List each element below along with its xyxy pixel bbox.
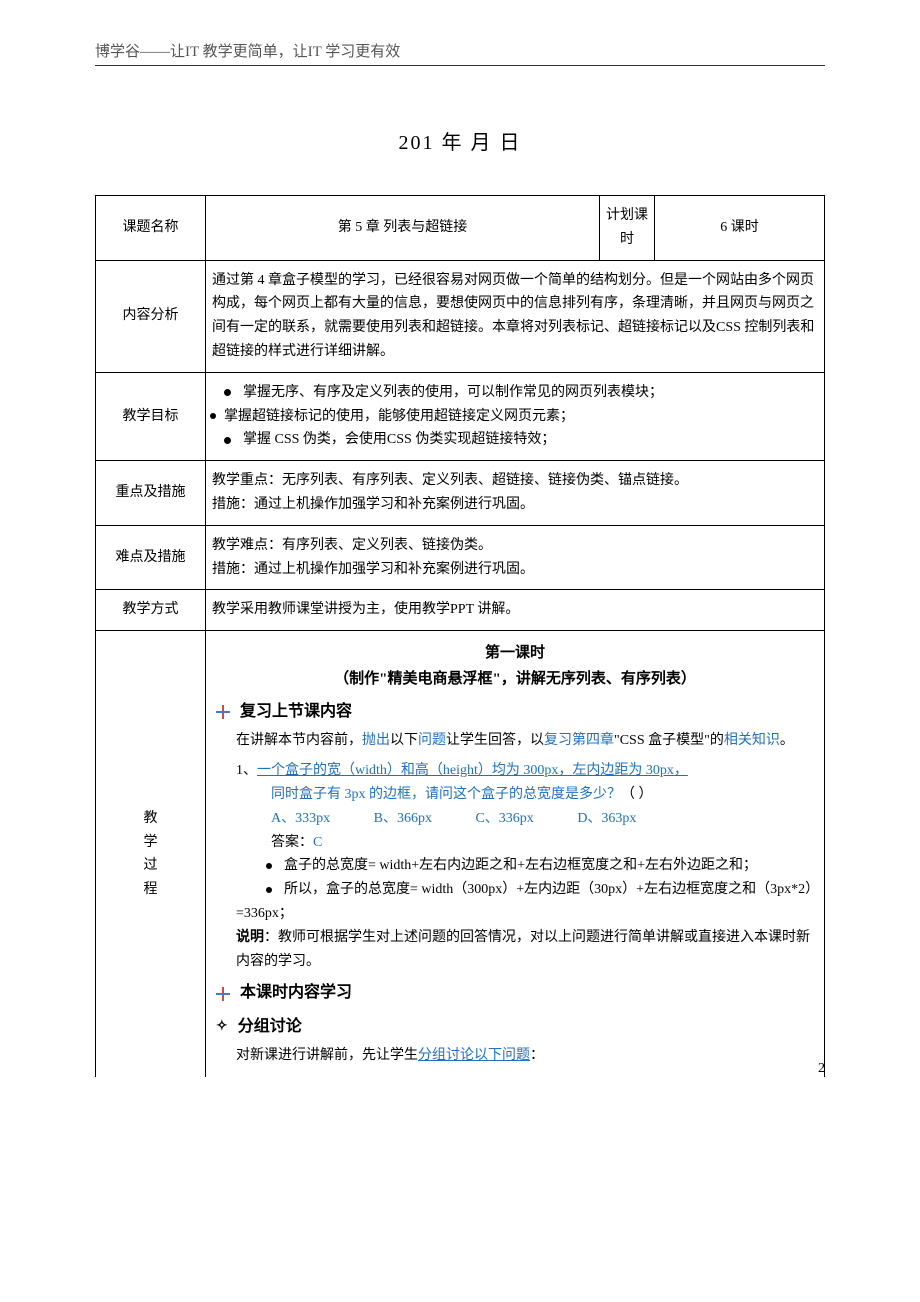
option-b: B、366px: [374, 807, 432, 831]
label-diff: 难点及措施: [96, 525, 206, 590]
bullet-icon: [210, 413, 216, 419]
label-process: 教学过程: [96, 631, 206, 1078]
date-line: 201 年 月 日: [95, 126, 825, 155]
table-row: 重点及措施 教学重点：无序列表、有序列表、定义列表、超链接、链接伪类、锚点链接。…: [96, 461, 825, 526]
bullet-icon: [224, 437, 231, 444]
header-rule: [95, 65, 825, 66]
discuss-heading: ✧分组讨论: [216, 1013, 814, 1040]
review-paragraph: 在讲解本节内容前，抛出以下问题让学生回答，以复习第四章"CSS 盒子模型"的相关…: [216, 729, 814, 753]
lesson-title: 第一课时: [216, 641, 814, 667]
label-plan: 计划课时: [600, 196, 655, 261]
table-row: 教学方式 教学采用教师课堂讲授为主，使用教学PPT 讲解。: [96, 590, 825, 631]
option-c: C、336px: [475, 807, 533, 831]
question-1: 1、一个盒子的宽（width）和高（height）均为 300px，左内边距为 …: [216, 759, 814, 783]
table-row: 课题名称 第 5 章 列表与超链接 计划课时 6 课时: [96, 196, 825, 261]
table-row: 教学目标 掌握无序、有序及定义列表的使用，可以制作常见的网页列表模块； 掌握超链…: [96, 372, 825, 460]
plan-hours: 6 课时: [655, 196, 825, 261]
key-text-1: 教学重点：无序列表、有序列表、定义列表、超链接、链接伪类、锚点链接。: [212, 469, 818, 493]
key-cell: 教学重点：无序列表、有序列表、定义列表、超链接、链接伪类、锚点链接。 措施：通过…: [206, 461, 825, 526]
learn-heading: 本课时内容学习: [216, 979, 814, 1006]
table-row: 教学过程 第一课时 （制作"精美电商悬浮框"，讲解无序列表、有序列表） 复习上节…: [96, 631, 825, 1078]
diff-text-1: 教学难点：有序列表、定义列表、链接伪类。: [212, 534, 818, 558]
list-marker-icon: [216, 987, 230, 1001]
lesson-subtitle: （制作"精美电商悬浮框"，讲解无序列表、有序列表）: [216, 667, 814, 693]
topic-name: 第 5 章 列表与超链接: [206, 196, 600, 261]
explain-1: 盒子的总宽度= width+左右内边距之和+左右边框宽度之和+左右外边距之和；: [216, 854, 814, 878]
goals-cell: 掌握无序、有序及定义列表的使用，可以制作常见的网页列表模块； 掌握超链接标记的使…: [206, 372, 825, 460]
table-row: 难点及措施 教学难点：有序列表、定义列表、链接伪类。 措施：通过上机操作加强学习…: [96, 525, 825, 590]
answer-line: 答案：C: [216, 831, 814, 855]
list-marker-icon: [216, 705, 230, 719]
page-number: 2: [818, 1061, 825, 1077]
option-d: D、363px: [577, 807, 636, 831]
explain-2: 所以，盒子的总宽度= width（300px）+左内边距（30px）+左右边框宽…: [216, 878, 814, 926]
bullet-icon: [224, 389, 231, 396]
review-heading: 复习上节课内容: [216, 698, 814, 725]
mode-text: 教学采用教师课堂讲授为主，使用教学PPT 讲解。: [206, 590, 825, 631]
label-analysis: 内容分析: [96, 260, 206, 372]
bullet-icon: [266, 887, 272, 893]
table-row: 内容分析 通过第 4 章盒子模型的学习，已经很容易对网页做一个简单的结构划分。但…: [96, 260, 825, 372]
diff-cell: 教学难点：有序列表、定义列表、链接伪类。 措施：通过上机操作加强学习和补充案例进…: [206, 525, 825, 590]
label-key: 重点及措施: [96, 461, 206, 526]
label-goals: 教学目标: [96, 372, 206, 460]
goal-2: 掌握超链接标记的使用，能够使用超链接定义网页元素；: [224, 409, 574, 424]
question-1-cont: 同时盒子有 3px 的边框，请问这个盒子的总宽度是多少？（ ）: [216, 783, 814, 807]
analysis-text: 通过第 4 章盒子模型的学习，已经很容易对网页做一个简单的结构划分。但是一个网站…: [206, 260, 825, 372]
option-a: A、333px: [271, 807, 330, 831]
diamond-icon: ✧: [216, 1015, 228, 1039]
goal-1: 掌握无序、有序及定义列表的使用，可以制作常见的网页列表模块；: [243, 385, 663, 400]
label-mode: 教学方式: [96, 590, 206, 631]
label-topic: 课题名称: [96, 196, 206, 261]
page-header: 博学谷——让IT 教学更简单，让IT 学习更有效: [95, 40, 825, 61]
lesson-plan-table: 课题名称 第 5 章 列表与超链接 计划课时 6 课时 内容分析 通过第 4 章…: [95, 195, 825, 1077]
note-line: 说明：教师可根据学生对上述问题的回答情况，对以上问题进行简单讲解或直接进入本课时…: [216, 926, 814, 974]
key-text-2: 措施：通过上机操作加强学习和补充案例进行巩固。: [212, 493, 818, 517]
diff-text-2: 措施：通过上机操作加强学习和补充案例进行巩固。: [212, 558, 818, 582]
goal-3: 掌握 CSS 伪类，会使用CSS 伪类实现超链接特效；: [243, 432, 555, 447]
bullet-icon: [266, 863, 272, 869]
question-options: A、333px B、366px C、336px D、363px: [216, 807, 814, 831]
discuss-paragraph: 对新课进行讲解前，先让学生分组讨论以下问题：: [216, 1044, 814, 1068]
process-cell: 第一课时 （制作"精美电商悬浮框"，讲解无序列表、有序列表） 复习上节课内容 在…: [206, 631, 825, 1078]
